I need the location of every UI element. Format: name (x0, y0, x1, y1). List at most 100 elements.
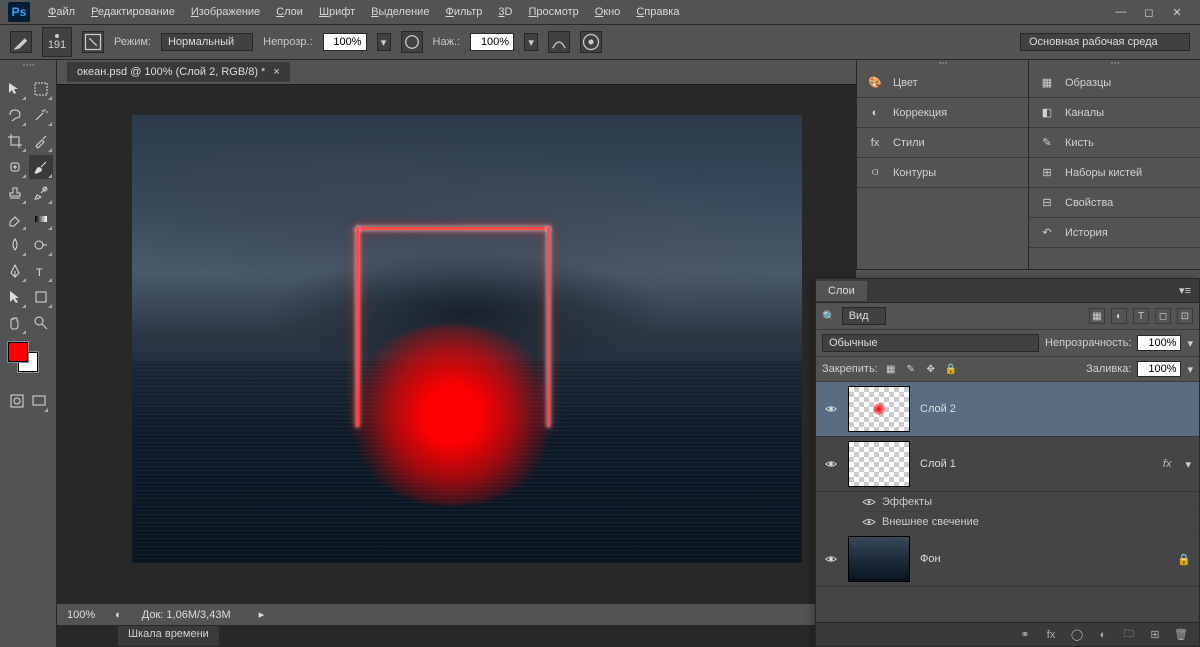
panel-color[interactable]: 🎨Цвет (857, 68, 1028, 98)
menu-filter[interactable]: Фильтр (437, 6, 490, 18)
menu-view[interactable]: Просмотр (520, 6, 586, 18)
zoom-tool[interactable] (29, 311, 53, 335)
panel-paths[interactable]: ⫏Контуры (857, 158, 1028, 188)
shape-tool[interactable] (29, 285, 53, 309)
doc-info[interactable]: Док: 1,06M/3,43M (142, 609, 231, 621)
pen-tool[interactable] (3, 259, 27, 283)
move-tool[interactable] (3, 77, 27, 101)
panel-channels[interactable]: ◧Каналы (1029, 98, 1200, 128)
link-layers-icon[interactable]: ⚭ (1017, 627, 1033, 643)
marquee-tool[interactable] (29, 77, 53, 101)
screen-mode-toggle[interactable] (29, 389, 49, 413)
maximize-button[interactable]: ◻ (1142, 5, 1156, 19)
lock-all-icon[interactable]: 🔒 (944, 362, 958, 376)
panel-menu-icon[interactable]: ▾≡ (1171, 284, 1199, 297)
delete-layer-icon[interactable]: 🗑 (1173, 627, 1189, 643)
adjustment-layer-icon[interactable]: ◐ (1095, 627, 1111, 643)
fill-dropdown-icon[interactable]: ▾ (1187, 363, 1193, 376)
layer-thumbnail[interactable] (848, 386, 910, 432)
fx-expand-icon[interactable]: ▾ (1185, 458, 1191, 471)
dodge-tool[interactable] (29, 233, 53, 257)
layer-row[interactable]: Фон 🔒 (816, 532, 1199, 587)
timeline-tab[interactable]: Шкала времени (117, 625, 220, 647)
filter-type-icon[interactable]: T (1133, 308, 1149, 324)
layer-name[interactable]: Слой 1 (920, 458, 1153, 470)
layer-fx-icon[interactable]: fx (1043, 627, 1059, 643)
panel-brush[interactable]: ✎Кисть (1029, 128, 1200, 158)
panel-styles[interactable]: fxСтили (857, 128, 1028, 158)
tool-preset-picker[interactable] (10, 31, 32, 53)
stamp-tool[interactable] (3, 181, 27, 205)
pressure-opacity-toggle[interactable] (401, 31, 423, 53)
opacity-input[interactable]: 100% (323, 33, 367, 51)
layers-tab[interactable]: Слои (816, 281, 867, 301)
workspace-select[interactable]: Основная рабочая среда (1020, 33, 1190, 51)
blend-mode-select[interactable]: Обычные (822, 334, 1039, 352)
lock-pixels-icon[interactable]: ✎ (904, 362, 918, 376)
close-icon[interactable]: × (273, 66, 279, 78)
lock-transparency-icon[interactable]: ▦ (884, 362, 898, 376)
filter-shape-icon[interactable]: ◻ (1155, 308, 1171, 324)
opacity-dropdown[interactable]: ▾ (377, 33, 391, 51)
minimize-button[interactable]: — (1114, 5, 1128, 19)
panel-history[interactable]: ↶История (1029, 218, 1200, 248)
eraser-tool[interactable] (3, 207, 27, 231)
panel-properties[interactable]: ⊟Свойства (1029, 188, 1200, 218)
canvas[interactable] (132, 115, 802, 563)
quick-mask-toggle[interactable] (7, 389, 27, 413)
history-brush-tool[interactable] (29, 181, 53, 205)
menu-help[interactable]: Справка (628, 6, 687, 18)
brush-preset-picker[interactable]: 191 (42, 27, 72, 57)
visibility-toggle[interactable] (862, 515, 874, 529)
info-icon[interactable]: ◐ (115, 609, 122, 621)
flow-dropdown[interactable]: ▾ (524, 33, 538, 51)
layer-thumbnail[interactable] (848, 536, 910, 582)
blend-mode-select[interactable]: Нормальный (161, 33, 253, 51)
filter-pixel-icon[interactable]: ▦ (1089, 308, 1105, 324)
visibility-toggle[interactable] (862, 495, 874, 509)
visibility-toggle[interactable] (824, 552, 838, 566)
menu-type[interactable]: Шрифт (311, 6, 363, 18)
menu-window[interactable]: Окно (587, 6, 629, 18)
document-tab[interactable]: океан.psd @ 100% (Слой 2, RGB/8) * × (67, 62, 290, 82)
fx-badge[interactable]: fx (1163, 458, 1172, 470)
pressure-size-toggle[interactable] (580, 31, 602, 53)
menu-file[interactable]: Файл (40, 6, 83, 18)
layer-name[interactable]: Слой 2 (920, 403, 1191, 415)
filter-adjust-icon[interactable]: ◐ (1111, 308, 1127, 324)
menu-layers[interactable]: Слои (268, 6, 311, 18)
visibility-toggle[interactable] (824, 402, 838, 416)
gradient-tool[interactable] (29, 207, 53, 231)
airbrush-toggle[interactable] (548, 31, 570, 53)
menu-image[interactable]: Изображение (183, 6, 268, 18)
layer-opacity-input[interactable]: 100% (1137, 335, 1181, 351)
brush-panel-toggle[interactable] (82, 31, 104, 53)
layer-row[interactable]: Слой 2 (816, 382, 1199, 437)
new-layer-icon[interactable]: ⊞ (1147, 627, 1163, 643)
lasso-tool[interactable] (3, 103, 27, 127)
type-tool[interactable]: T (29, 259, 53, 283)
eyedropper-tool[interactable] (29, 129, 53, 153)
canvas-viewport[interactable] (57, 85, 856, 603)
visibility-toggle[interactable] (824, 457, 838, 471)
menu-select[interactable]: Выделение (363, 6, 437, 18)
panel-swatches[interactable]: ▦Образцы (1029, 68, 1200, 98)
brush-tool[interactable] (29, 155, 53, 179)
layer-group-icon[interactable]: 🗀 (1121, 627, 1137, 643)
effects-group[interactable]: Эффекты (816, 492, 1199, 512)
foreground-color[interactable] (8, 342, 28, 362)
crop-tool[interactable] (3, 129, 27, 153)
panel-adjustments[interactable]: ◐Коррекция (857, 98, 1028, 128)
layer-mask-icon[interactable]: ◯ (1069, 627, 1085, 643)
effect-outer-glow[interactable]: Внешнее свечение (816, 512, 1199, 532)
layer-thumbnail[interactable] (848, 441, 910, 487)
layer-name[interactable]: Фон (920, 553, 1167, 565)
flow-input[interactable]: 100% (470, 33, 514, 51)
filter-kind-select[interactable]: Вид (842, 307, 886, 325)
wand-tool[interactable] (29, 103, 53, 127)
filter-smart-icon[interactable]: ⊡ (1177, 308, 1193, 324)
close-button[interactable]: ✕ (1170, 5, 1184, 19)
layer-row[interactable]: Слой 1 fx ▾ (816, 437, 1199, 492)
menu-edit[interactable]: Редактирование (83, 6, 183, 18)
zoom-value[interactable]: 100% (67, 609, 95, 621)
